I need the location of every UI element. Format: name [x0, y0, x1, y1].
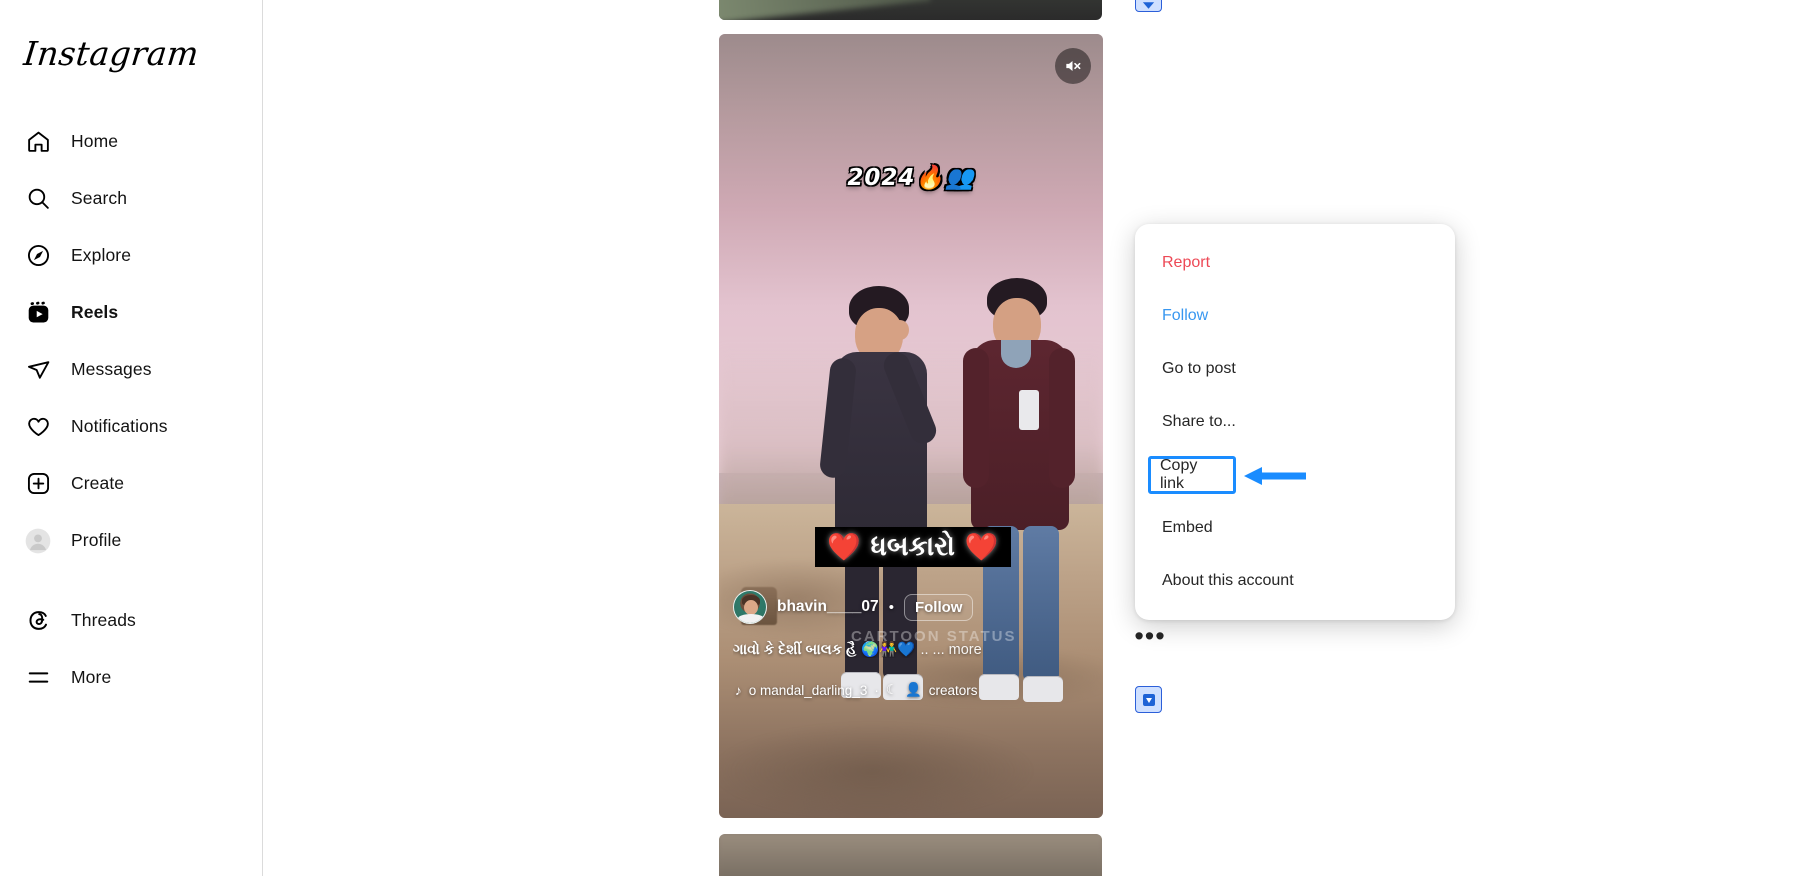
- year-sticker-overlay: 2024🔥👥: [847, 165, 975, 191]
- reel-caption[interactable]: ગાવો કે દેશીં બાલક હૈ 🌍👫💙 .. ... more: [733, 641, 1091, 659]
- save-reel-chip[interactable]: [1135, 686, 1162, 713]
- music-note-icon: ♪: [735, 682, 742, 698]
- lyric-left-emoji: ❤️: [827, 532, 861, 563]
- reel-audio-row[interactable]: ♪ o mandal_darling_3 · ☾ 👤 creators: [735, 682, 1093, 698]
- scroll-up-chip[interactable]: [1135, 0, 1162, 12]
- menu-item-follow[interactable]: Follow: [1135, 289, 1455, 342]
- previous-reel-preview[interactable]: [719, 0, 1102, 20]
- reel-author-row: bhavin____07 • Follow: [733, 590, 974, 624]
- menu-item-embed[interactable]: Embed: [1135, 501, 1455, 554]
- left-arrow-icon: [1244, 467, 1306, 485]
- people-icon: 👤: [904, 682, 922, 697]
- annotation-arrow: [1244, 465, 1306, 487]
- preview-decoration: [719, 834, 1102, 876]
- instagram-reels-page: Instagram Home Search Explore Reels Mess…: [0, 0, 1819, 876]
- reel-video-card[interactable]: 2024🔥👥 ❤️ ધબકારો ❤️ CARTOON STATUS bhavi…: [719, 34, 1103, 818]
- ellipsis-icon: •••: [1134, 621, 1166, 651]
- author-username[interactable]: bhavin____07: [777, 598, 879, 616]
- audio-creators[interactable]: creators: [929, 683, 978, 698]
- caption-text: ગાવો કે દેશીં બાલક હૈ: [733, 641, 857, 658]
- speaker-muted-icon: [1066, 61, 1081, 71]
- lyric-right-emoji: ❤️: [964, 532, 999, 563]
- menu-item-report[interactable]: Report: [1135, 236, 1455, 289]
- preview-decoration: [719, 0, 931, 20]
- author-avatar[interactable]: [733, 590, 767, 624]
- follow-button[interactable]: Follow: [903, 593, 974, 621]
- reel-options-dropdown: Report Follow Go to post Share to... Emb…: [1135, 224, 1455, 620]
- download-icon: [1142, 693, 1155, 706]
- chevron-down-icon: [1142, 2, 1155, 9]
- caption-emojis: 🌍👫💙: [861, 642, 916, 658]
- more-options-button[interactable]: •••: [1134, 621, 1166, 651]
- audio-title[interactable]: o mandal_darling_3: [749, 683, 868, 698]
- audio-separator: ·: [874, 682, 879, 698]
- next-reel-preview[interactable]: [719, 834, 1102, 876]
- menu-item-about-account[interactable]: About this account: [1135, 554, 1455, 607]
- mute-toggle-button[interactable]: [1055, 48, 1091, 84]
- moon-icon: ☾: [885, 682, 898, 697]
- menu-item-copy-link[interactable]: Copy link: [1148, 456, 1236, 494]
- menu-item-share-to[interactable]: Share to...: [1135, 395, 1455, 448]
- author-separator: •: [888, 598, 894, 616]
- lyric-caption-overlay: ❤️ ધબકારો ❤️: [815, 527, 1011, 567]
- menu-item-go-to-post[interactable]: Go to post: [1135, 342, 1455, 395]
- reels-feed: 2024🔥👥 ❤️ ધબકારો ❤️ CARTOON STATUS bhavi…: [0, 0, 1819, 876]
- lyric-text: ધબકારો: [870, 531, 955, 562]
- caption-more-link[interactable]: .. ... more: [920, 642, 981, 658]
